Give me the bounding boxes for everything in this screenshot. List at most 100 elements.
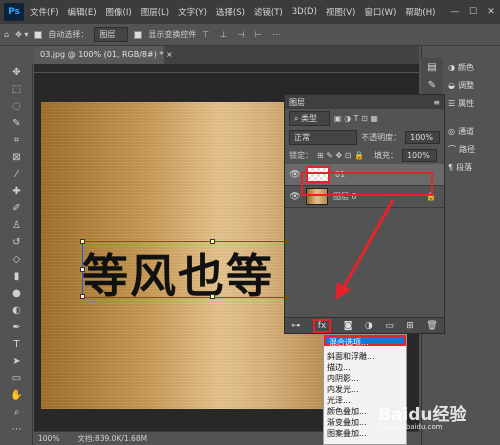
fx-button[interactable]: fx	[312, 318, 332, 333]
window-controls: — ☐ ✕	[446, 7, 500, 17]
panel-menu-icon[interactable]: ≡	[433, 98, 440, 107]
panel-paths-label: 路径	[459, 144, 475, 154]
new-group-icon[interactable]: ▭	[385, 321, 394, 331]
new-layer-icon[interactable]: ⊞	[406, 321, 414, 331]
history-brush-icon[interactable]: ↺	[0, 234, 33, 251]
move-tool-icon[interactable]: ✥ ▾	[15, 30, 28, 39]
close-tab-icon[interactable]: ×	[166, 50, 173, 59]
blur-tool-icon[interactable]: ●	[0, 285, 33, 302]
fill-label: 填充：	[373, 151, 398, 160]
properties-panel-icon: ☰	[448, 98, 456, 108]
menu-item-stroke[interactable]: 描边...	[324, 362, 406, 373]
delete-layer-icon[interactable]: 🗑	[426, 321, 437, 331]
menu-layer[interactable]: 图层(L)	[141, 6, 169, 18]
document-tab[interactable]: 03.jpg @ 100% (01, RGB/8#) * ×	[34, 46, 173, 64]
shape-tool-icon[interactable]: ▭	[0, 370, 33, 387]
zoom-level[interactable]: 100%	[38, 434, 59, 443]
menu-file[interactable]: 文件(F)	[30, 6, 59, 18]
eyedropper-tool-icon[interactable]: ⁄	[0, 166, 33, 183]
dodge-tool-icon[interactable]: ◐	[0, 302, 33, 319]
fill-field[interactable]: 100%	[401, 149, 437, 162]
paragraph-panel-icon: ¶	[448, 162, 454, 172]
panel-channels[interactable]: ◎ 通道	[446, 122, 475, 140]
menu-3d[interactable]: 3D(D)	[292, 7, 317, 17]
panel-adjustments[interactable]: ◒ 调整	[446, 76, 475, 94]
pen-tool-icon[interactable]: ✒	[0, 319, 33, 336]
callout-arrow-icon	[335, 199, 395, 300]
blend-mode-dropdown[interactable]: 正常	[289, 130, 358, 145]
menu-help[interactable]: 帮助(H)	[405, 6, 435, 18]
home-icon[interactable]: ⌂	[4, 30, 9, 39]
filter-kind-value: 类型	[301, 114, 318, 123]
history-panel-icon[interactable]: ▤	[421, 58, 443, 76]
layers-panel-title[interactable]: 图层	[289, 97, 305, 108]
maximize-button[interactable]: ☐	[464, 7, 482, 17]
crop-tool-icon[interactable]: ⌗	[0, 132, 33, 149]
panel-paths[interactable]: ⌒ 路径	[446, 140, 475, 158]
menu-item-inner-shadow[interactable]: 内阴影...	[324, 373, 406, 384]
menu-item-blending-options[interactable]: 混合选项...	[324, 335, 406, 347]
link-layers-icon[interactable]: ⊶	[291, 321, 300, 331]
transform-handle[interactable]	[210, 239, 215, 244]
visibility-eye-icon[interactable]: 👁	[289, 192, 301, 202]
opacity-field[interactable]: 100%	[405, 131, 440, 144]
close-button[interactable]: ✕	[482, 7, 500, 17]
menu-edit[interactable]: 编辑(E)	[68, 6, 97, 18]
auto-select-checkbox[interactable]	[34, 30, 43, 39]
layers-panel-footer: ⊶ fx ◙ ◑ ▭ ⊞ 🗑	[285, 317, 444, 333]
minimize-button[interactable]: —	[446, 7, 464, 17]
menu-item-inner-glow[interactable]: 内发光...	[324, 384, 406, 395]
healing-tool-icon[interactable]: ✚	[0, 183, 33, 200]
show-transform-checkbox[interactable]	[134, 30, 143, 39]
lock-row: 锁定： ⊞ ✎ ✥ ⊡ 🔒 填充： 100%	[285, 147, 444, 164]
baidu-watermark: Baidu经验 jingyan.baidu.com	[378, 400, 500, 440]
document-size: 文档:839.0K/1.68M	[77, 434, 148, 443]
panel-paragraph[interactable]: ¶ 段落	[446, 158, 475, 176]
transform-handle[interactable]	[80, 294, 85, 299]
show-transform-label: 显示变换控件	[148, 30, 197, 39]
marquee-tool-icon[interactable]: ⬚	[0, 81, 33, 98]
panel-adjustments-label: 调整	[457, 80, 474, 90]
stamp-tool-icon[interactable]: ♙	[0, 217, 33, 234]
add-mask-icon[interactable]: ◙	[344, 321, 353, 331]
transform-handle[interactable]	[80, 239, 85, 244]
path-select-tool-icon[interactable]: ➤	[0, 353, 33, 370]
gradient-tool-icon[interactable]: ▮	[0, 268, 33, 285]
menu-type[interactable]: 文字(Y)	[178, 6, 207, 18]
panel-channels-label: 通道	[457, 126, 474, 136]
auto-select-dropdown[interactable]: 图层	[94, 27, 129, 42]
frame-tool-icon[interactable]: ⊠	[0, 149, 33, 166]
menu-item-bevel-emboss[interactable]: 斜面和浮雕...	[324, 351, 406, 362]
menu-select[interactable]: 选择(S)	[216, 6, 245, 18]
panel-color-label: 颜色	[457, 62, 474, 72]
align-icons[interactable]: ⊤ ⊥ ⊣ ⊢ ⋯	[202, 30, 284, 39]
paths-panel-icon: ⌒	[448, 144, 456, 154]
layers-panel-header: 图层 ≡	[285, 95, 444, 109]
transform-handle[interactable]	[210, 294, 215, 299]
document-tab-title: 03.jpg @ 100% (01, RGB/8#) *	[40, 50, 164, 59]
visibility-eye-icon[interactable]: 👁	[289, 170, 301, 180]
hand-tool-icon[interactable]: ✋	[0, 387, 33, 404]
panel-color[interactable]: ◑ 颜色	[446, 58, 475, 76]
zoom-tool-icon[interactable]: ⌕	[0, 404, 33, 421]
menu-image[interactable]: 图像(I)	[106, 6, 132, 18]
panel-properties[interactable]: ☰ 属性	[446, 94, 475, 112]
brush-settings-icon[interactable]: ✎	[421, 76, 443, 94]
menu-window[interactable]: 窗口(W)	[364, 6, 396, 18]
move-tool-icon[interactable]: ✥	[0, 64, 33, 81]
menu-bar: Ps 文件(F) 编辑(E) 图像(I) 图层(L) 文字(Y) 选择(S) 滤…	[0, 0, 500, 24]
menu-filter[interactable]: 滤镜(T)	[254, 6, 283, 18]
adjustment-layer-icon[interactable]: ◑	[365, 321, 373, 331]
lock-icons[interactable]: ⊞ ✎ ✥ ⊡ 🔒	[317, 151, 364, 160]
filter-kind-dropdown[interactable]: ⌕ 类型	[289, 111, 331, 126]
lasso-tool-icon[interactable]: ◌	[0, 98, 33, 115]
menu-view[interactable]: 视图(V)	[326, 6, 355, 18]
eraser-tool-icon[interactable]: ◇	[0, 251, 33, 268]
filter-icons[interactable]: ▣ ◑ T ⊡ ▦	[334, 114, 378, 123]
panel-properties-label: 属性	[458, 98, 475, 108]
type-tool-icon[interactable]: T	[0, 336, 33, 353]
more-tools-icon[interactable]: ⋯	[0, 421, 33, 438]
transform-handle[interactable]	[80, 267, 85, 272]
brush-tool-icon[interactable]: ✐	[0, 200, 33, 217]
quick-select-tool-icon[interactable]: ✎	[0, 115, 33, 132]
